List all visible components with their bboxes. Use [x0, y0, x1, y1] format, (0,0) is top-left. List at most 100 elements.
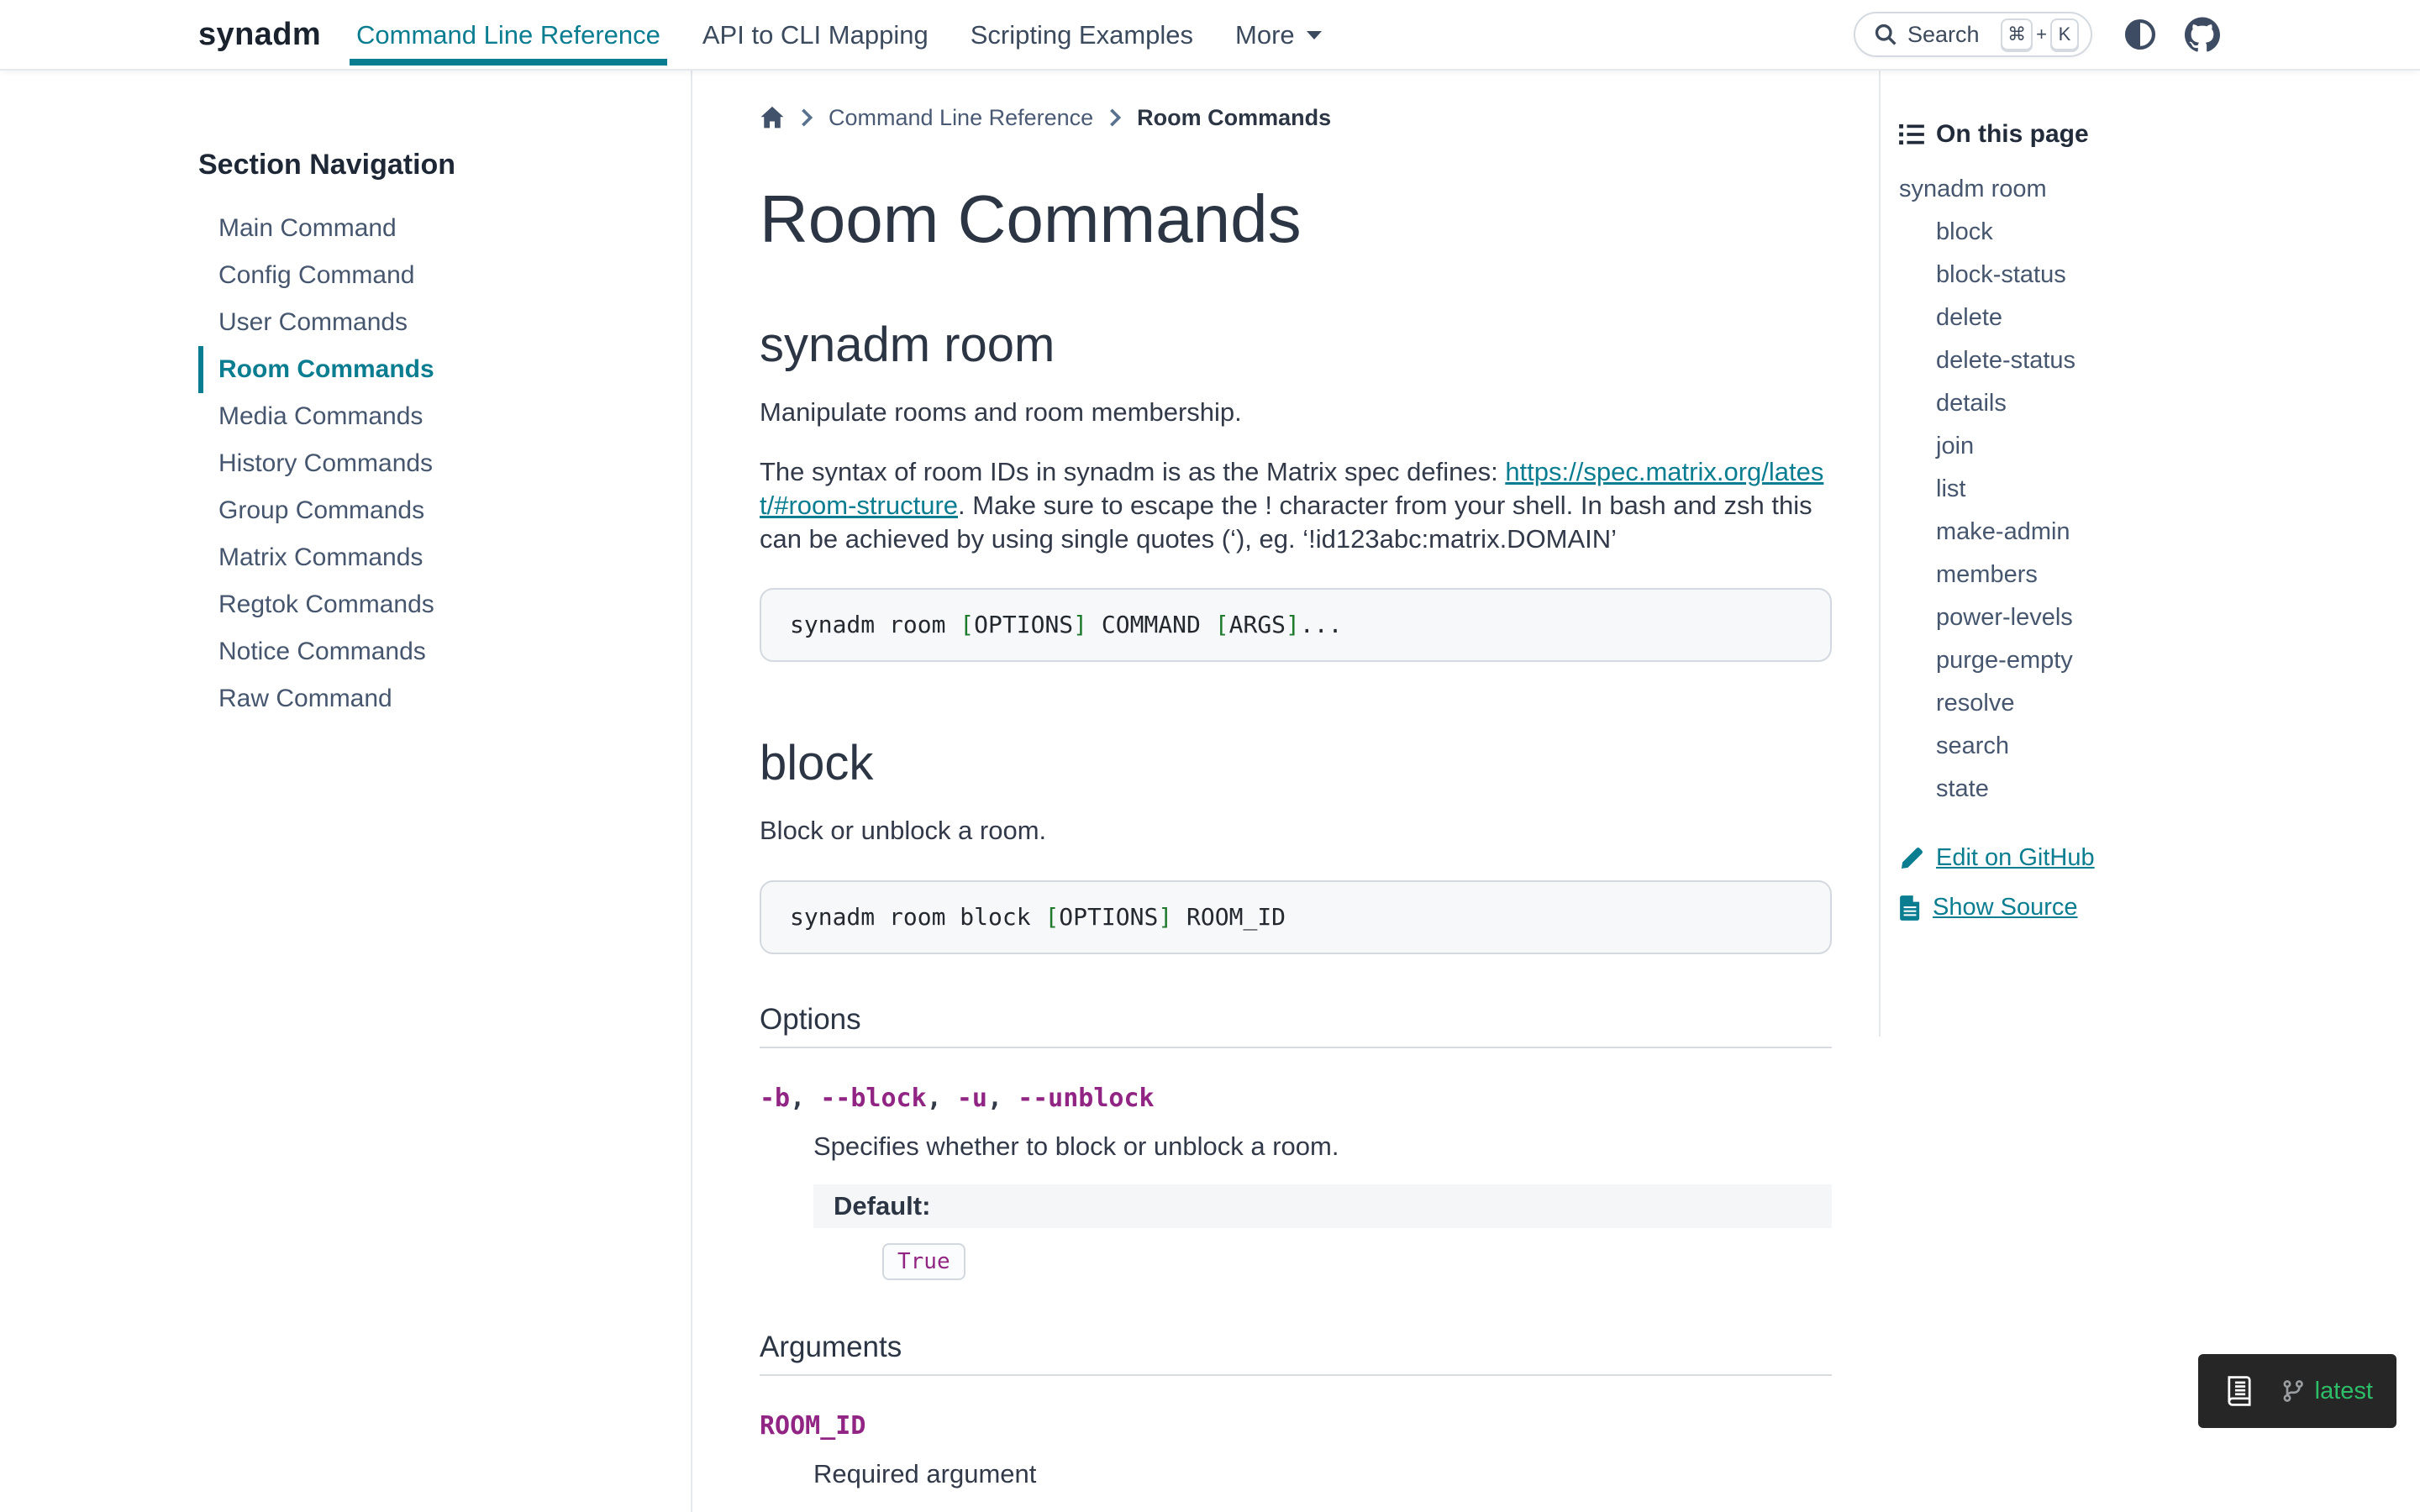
sidebar-nav-item[interactable]: Room Commands [198, 346, 657, 393]
navbar-link[interactable]: Scripting Examples [964, 0, 1200, 71]
toc-item[interactable]: members [1899, 554, 2403, 596]
default-value-badge: True [882, 1243, 965, 1280]
toc-item-label: search [1936, 732, 2009, 759]
sidebar-nav-item[interactable]: Notice Commands [198, 628, 657, 675]
toc-item-label: purge-empty [1936, 647, 2073, 674]
toc-item-label: synadm room [1899, 176, 2047, 202]
home-icon[interactable] [760, 105, 785, 130]
breadcrumb-chevron-icon [1108, 108, 1122, 127]
cmd-key: ⌘ [2001, 18, 2033, 50]
theme-toggle-button[interactable] [2124, 18, 2156, 50]
synadm-room-summary: Manipulate rooms and room membership. [760, 395, 1832, 430]
toc-item[interactable]: list [1899, 468, 2403, 511]
sidebar-nav-item[interactable]: Regtok Commands [198, 581, 657, 628]
chevron-down-icon [1307, 31, 1322, 39]
sidebar-nav-list: Main Command Config Command User Command… [198, 205, 657, 722]
sidebar-nav-item-label: Main Command [218, 214, 397, 242]
sidebar-nav-item[interactable]: Matrix Commands [198, 534, 657, 581]
sidebar-nav-item-label: Config Command [218, 261, 414, 289]
top-navbar: synadm Command Line Reference API to CLI… [0, 0, 2420, 71]
syntax-text-before: The syntax of room IDs in synadm is as t… [760, 457, 1505, 486]
navbar-links: Command Line Reference API to CLI Mappin… [350, 0, 1328, 69]
toc-item[interactable]: block [1899, 211, 2403, 254]
toc-item-label: block-status [1936, 261, 2066, 288]
github-icon [2185, 17, 2220, 52]
toc-item[interactable]: make-admin [1899, 511, 2403, 554]
show-source-link[interactable]: Show Source [1933, 894, 2078, 921]
breadcrumb-parent-link[interactable]: Command Line Reference [829, 105, 1093, 131]
section-navigation-sidebar: Section Navigation Main Command Config C… [0, 71, 692, 1512]
sidebar-nav-item-label: Regtok Commands [218, 591, 434, 618]
toc-item[interactable]: resolve [1899, 682, 2403, 725]
toc-item-label: power-levels [1936, 604, 2073, 631]
toc-item-label: members [1936, 561, 2038, 588]
navbar-link[interactable]: Command Line Reference [350, 0, 667, 71]
edit-on-github-link[interactable]: Edit on GitHub [1936, 844, 2095, 872]
toc-item[interactable]: state [1899, 768, 2403, 811]
main-content: Command Line Reference Room Commands Roo… [692, 71, 1879, 1512]
toc-item[interactable]: power-levels [1899, 596, 2403, 639]
navbar-link[interactable]: More [1228, 0, 1328, 71]
toc-header-label: On this page [1936, 121, 2089, 148]
toc-item-label: block [1936, 218, 1993, 245]
list-icon [1899, 123, 1924, 145]
default-field-label: Default: [813, 1184, 1832, 1228]
breadcrumb-current: Room Commands [1137, 105, 1331, 131]
search-icon [1874, 23, 1897, 46]
sidebar-nav-item[interactable]: History Commands [198, 440, 657, 487]
site-logo[interactable]: synadm [198, 17, 321, 53]
option-signature: -b, --block, -u, --unblock [760, 1082, 1832, 1116]
sidebar-nav-item[interactable]: User Commands [198, 299, 657, 346]
block-summary: Block or unblock a room. [760, 813, 1832, 848]
search-label: Search [1907, 22, 1980, 48]
usage-code-block-block: synadm room block [OPTIONS] ROOM_ID [760, 880, 1832, 954]
toc-actions: Edit on GitHub Show Source [1899, 844, 2403, 921]
toc-item-label: resolve [1936, 690, 2015, 717]
sidebar-nav-item[interactable]: Main Command [198, 205, 657, 252]
argument-description: Required argument [813, 1457, 1832, 1492]
toc-item[interactable]: block-status [1899, 254, 2403, 297]
toc-item[interactable]: synadm room [1899, 168, 2403, 211]
option-description: Specifies whether to block or unblock a … [813, 1129, 1832, 1164]
sidebar-nav-item-label: Room Commands [218, 355, 434, 383]
navbar-link[interactable]: API to CLI Mapping [696, 0, 935, 71]
toc-item-label: list [1936, 475, 1965, 502]
section-heading-synadm-room: synadm room [760, 318, 1832, 373]
toc-item-label: state [1936, 775, 1989, 802]
sidebar-nav-item[interactable]: Config Command [198, 252, 657, 299]
navbar-link-label: More [1235, 20, 1295, 50]
edit-on-github-action[interactable]: Edit on GitHub [1899, 844, 2403, 872]
sidebar-nav-item[interactable]: Raw Command [198, 675, 657, 722]
sidebar-nav-item[interactable]: Group Commands [198, 487, 657, 534]
sidebar-nav-item-label: Raw Command [218, 685, 392, 712]
toc-item[interactable]: delete [1899, 297, 2403, 339]
github-button[interactable] [2185, 17, 2220, 52]
arguments-rubric: Arguments [760, 1331, 1832, 1376]
light-dark-toggle-icon [2124, 18, 2156, 50]
readthedocs-version-flyout[interactable]: latest [2198, 1354, 2396, 1428]
toc-item[interactable]: delete-status [1899, 339, 2403, 382]
navbar-link-label: Command Line Reference [356, 20, 660, 50]
toc-item[interactable]: join [1899, 425, 2403, 468]
toc-item-label: delete-status [1936, 347, 2075, 374]
version-label: latest [2315, 1378, 2373, 1405]
page-title: Room Commands [760, 181, 1832, 257]
breadcrumb-chevron-icon [800, 108, 813, 127]
toc-item-label: join [1936, 433, 1974, 459]
on-this-page-sidebar: On this page synadm room block block-sta… [1879, 71, 2420, 1037]
breadcrumb: Command Line Reference Room Commands [760, 101, 1832, 134]
toc-item[interactable]: search [1899, 725, 2403, 768]
sidebar-nav-item[interactable]: Media Commands [198, 393, 657, 440]
toc-header: On this page [1899, 121, 2403, 148]
toc-item[interactable]: details [1899, 382, 2403, 425]
search-button[interactable]: Search ⌘ + K [1854, 12, 2092, 57]
document-icon [1899, 895, 1921, 921]
toc-list: synadm room block block-status delete de… [1899, 168, 2403, 811]
argument-signature: ROOM_ID [760, 1410, 1832, 1443]
section-heading-block: block [760, 736, 1832, 791]
show-source-action[interactable]: Show Source [1899, 894, 2403, 921]
synadm-room-description: The syntax of room IDs in synadm is as t… [760, 455, 1832, 556]
default-field: Default: True [813, 1184, 1832, 1280]
sidebar-nav-item-label: User Commands [218, 308, 408, 336]
toc-item[interactable]: purge-empty [1899, 639, 2403, 682]
